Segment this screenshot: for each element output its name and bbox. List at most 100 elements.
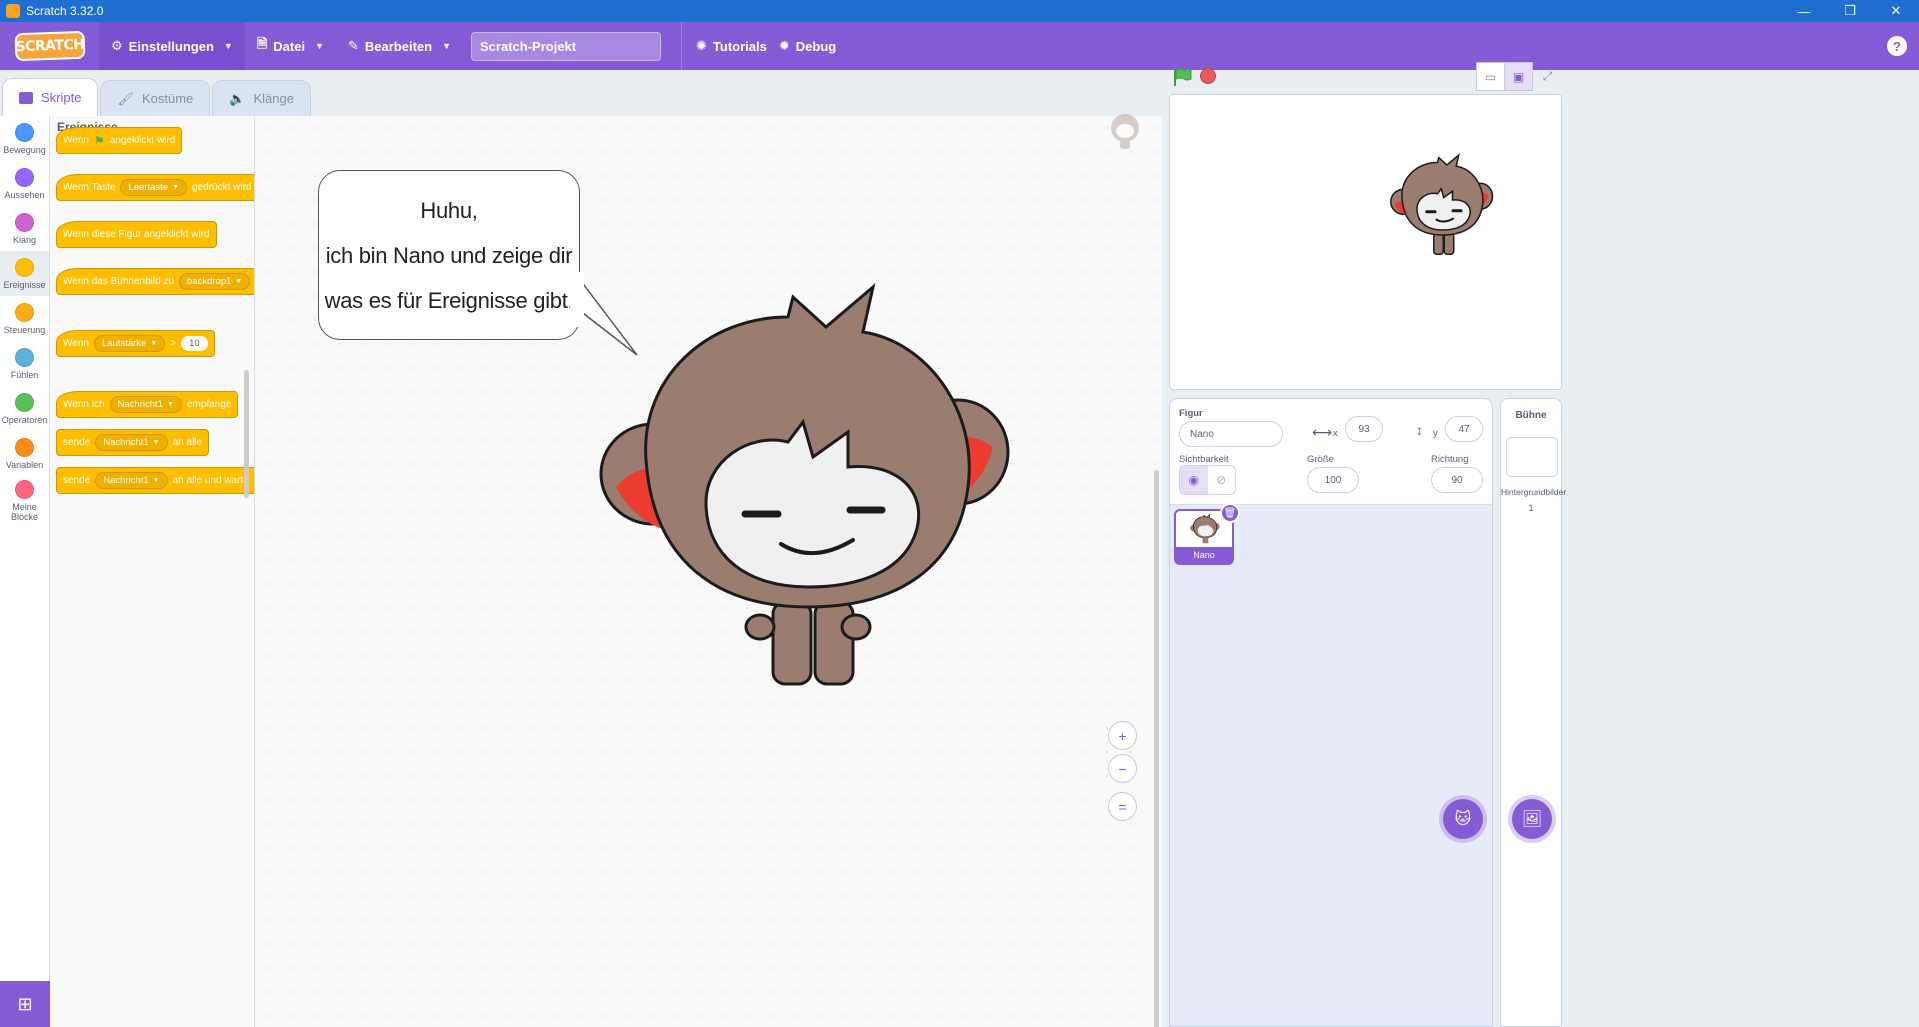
stop-icon[interactable]: [1200, 68, 1216, 84]
edit-menu[interactable]: ✎ Bearbeiten ▼: [336, 22, 463, 70]
close-button[interactable]: ✕: [1873, 0, 1919, 22]
block-text: Wenn: [63, 338, 89, 349]
delete-sprite-button[interactable]: 🗑: [1220, 503, 1240, 523]
dropdown-value: backdrop1: [187, 276, 232, 287]
sprite-tile-label: Nano: [1176, 547, 1232, 563]
fullscreen-button[interactable]: ⤢: [1533, 62, 1562, 91]
menu-divider: [681, 22, 683, 70]
tutorials-button[interactable]: ✺ Tutorials: [692, 22, 779, 70]
trash-icon: 🗑: [1223, 507, 1237, 519]
sprite-tile-nano[interactable]: Nano 🗑: [1174, 503, 1240, 565]
debug-button[interactable]: ✹ Debug: [779, 22, 848, 70]
category-events[interactable]: Ereignisse: [0, 251, 49, 296]
zoom-reset-button[interactable]: =: [1108, 792, 1137, 821]
choose-sprite-button[interactable]: 🐱: [1443, 799, 1483, 839]
show-sprite-button[interactable]: ◉: [1180, 466, 1208, 494]
message-dropdown[interactable]: Nachricht1 ▼: [109, 396, 182, 413]
tab-sounds-label: Klänge: [253, 91, 294, 106]
visibility-label: Sichtbarkeit: [1179, 454, 1229, 465]
category-sound[interactable]: Klang: [0, 206, 49, 251]
block-text: Wenn: [63, 135, 89, 146]
tab-code[interactable]: Skripte: [2, 78, 99, 116]
chevron-down-icon: ▼: [223, 41, 233, 51]
block-when-loudness-greater[interactable]: Wenn Lautstärke ▼ > 10: [56, 322, 215, 357]
message-dropdown[interactable]: Nachricht1 ▼: [95, 434, 168, 451]
message-dropdown[interactable]: Nachricht1 ▼: [95, 472, 168, 489]
small-stage-icon: ▭: [1484, 69, 1497, 84]
category-my-blocks[interactable]: Meine Blöcke: [0, 476, 49, 526]
large-stage-button[interactable]: ▣: [1504, 62, 1533, 91]
speech-line: Huhu,: [420, 197, 478, 223]
category-looks[interactable]: Aussehen: [0, 161, 49, 206]
category-dot-icon: [15, 167, 34, 187]
sprite-name-input[interactable]: Nano: [1179, 421, 1283, 447]
block-when-i-receive[interactable]: Wenn ich Nachricht1 ▼ empfange: [56, 383, 239, 418]
block-text: Wenn Taste: [63, 182, 116, 193]
settings-menu-label: Einstellungen: [128, 38, 214, 54]
block-broadcast[interactable]: sende Nachricht1 ▼ an alle: [56, 429, 210, 456]
size-input[interactable]: 100: [1307, 467, 1359, 493]
block-palette: Ereignisse Wenn ⚑ angeklickt wird Wenn T…: [50, 116, 255, 1027]
category-operators[interactable]: Operatoren: [0, 386, 49, 431]
project-title-input[interactable]: Scratch-Projekt: [471, 31, 662, 61]
block-when-sprite-clicked[interactable]: Wenn diese Figur angeklickt wird: [56, 213, 217, 248]
file-menu[interactable]: 🗎 Datei ▼: [245, 22, 336, 70]
hide-sprite-button[interactable]: ⊘: [1208, 466, 1236, 494]
chevron-down-icon: ▼: [315, 41, 324, 51]
block-when-backdrop-switches[interactable]: Wenn das Bühnenbild zu backdrop1▼ wechs: [56, 260, 254, 295]
sensor-dropdown[interactable]: Lautstärke ▼: [93, 335, 166, 352]
zoom-out-button[interactable]: −: [1108, 754, 1137, 783]
dropdown-value: Nachricht1: [117, 399, 163, 410]
block-broadcast-and-wait[interactable]: sende Nachricht1 ▼ an alle und warte: [56, 467, 254, 494]
small-stage-button[interactable]: ▭: [1476, 62, 1505, 91]
script-area-scrollbar[interactable]: [1154, 470, 1159, 1027]
category-variables[interactable]: Variablen: [0, 431, 49, 476]
choose-backdrop-button[interactable]: 🖼: [1512, 799, 1552, 839]
stage-selector[interactable]: Bühne Hintergrundbilder 1 🖼: [1500, 398, 1566, 1027]
block-text: sende: [63, 475, 91, 486]
category-label: Fühlen: [10, 369, 39, 380]
zoom-in-button[interactable]: +: [1108, 721, 1137, 750]
minimize-button[interactable]: —: [1781, 0, 1827, 22]
y-label: y: [1433, 428, 1438, 439]
backdrop-thumbnail[interactable]: [1506, 437, 1558, 477]
category-motion[interactable]: Bewegung: [0, 116, 49, 161]
tab-costumes[interactable]: 🖌 Kostüme: [100, 80, 211, 116]
sprite-pane: Figur Nano ⟷ x 93 ↕ y 47 Sichtbarkeit ◉ …: [1169, 398, 1493, 1027]
extension-icon: ⊞: [17, 993, 33, 1014]
category-control[interactable]: Steuerung: [0, 296, 49, 341]
green-flag-icon[interactable]: [1172, 68, 1192, 86]
zoom-out-icon: −: [1118, 760, 1127, 777]
category-dot-icon: [15, 392, 34, 412]
threshold-input[interactable]: 10: [181, 336, 208, 351]
fullscreen-icon: ⤢: [1542, 69, 1553, 83]
settings-menu[interactable]: ⚙ Einstellungen ▼: [99, 22, 245, 70]
block-text: Wenn ich: [63, 399, 105, 410]
key-dropdown[interactable]: Leertaste ▼: [120, 179, 188, 196]
maximize-button[interactable]: ❐: [1827, 0, 1873, 22]
help-icon[interactable]: ?: [1887, 36, 1907, 56]
stage-canvas[interactable]: [1169, 94, 1562, 390]
direction-input[interactable]: 90: [1431, 467, 1483, 493]
block-when-key-pressed[interactable]: Wenn Taste Leertaste ▼ gedrückt wird: [56, 166, 254, 201]
scratch-logo[interactable]: SCRATCH: [14, 30, 86, 62]
stage-sprite-nano[interactable]: [1390, 153, 1494, 257]
code-icon: [19, 91, 33, 104]
brush-icon: 🖌: [117, 90, 134, 106]
zoom-in-icon: +: [1118, 727, 1127, 744]
category-label: Aussehen: [4, 189, 45, 200]
block-when-flag-clicked[interactable]: Wenn ⚑ angeklickt wird: [56, 119, 183, 154]
category-dot-icon: [15, 437, 34, 457]
backdrop-dropdown[interactable]: backdrop1 ▼: [179, 273, 251, 290]
add-extension-button[interactable]: ⊞: [0, 981, 50, 1027]
x-position-input[interactable]: 93: [1345, 416, 1383, 442]
dropdown-value: Nachricht1: [103, 437, 149, 448]
visibility-toggle: ◉ ⊘: [1179, 465, 1236, 495]
palette-scrollbar[interactable]: [244, 370, 249, 498]
category-sensing[interactable]: Fühlen: [0, 341, 49, 386]
large-stage-icon: ▣: [1512, 69, 1525, 84]
y-position-input[interactable]: 47: [1445, 416, 1483, 442]
nano-character-image: [599, 282, 1010, 686]
category-label: Ereignisse: [3, 279, 46, 290]
tab-sounds[interactable]: 🔈 Klänge: [212, 80, 311, 116]
